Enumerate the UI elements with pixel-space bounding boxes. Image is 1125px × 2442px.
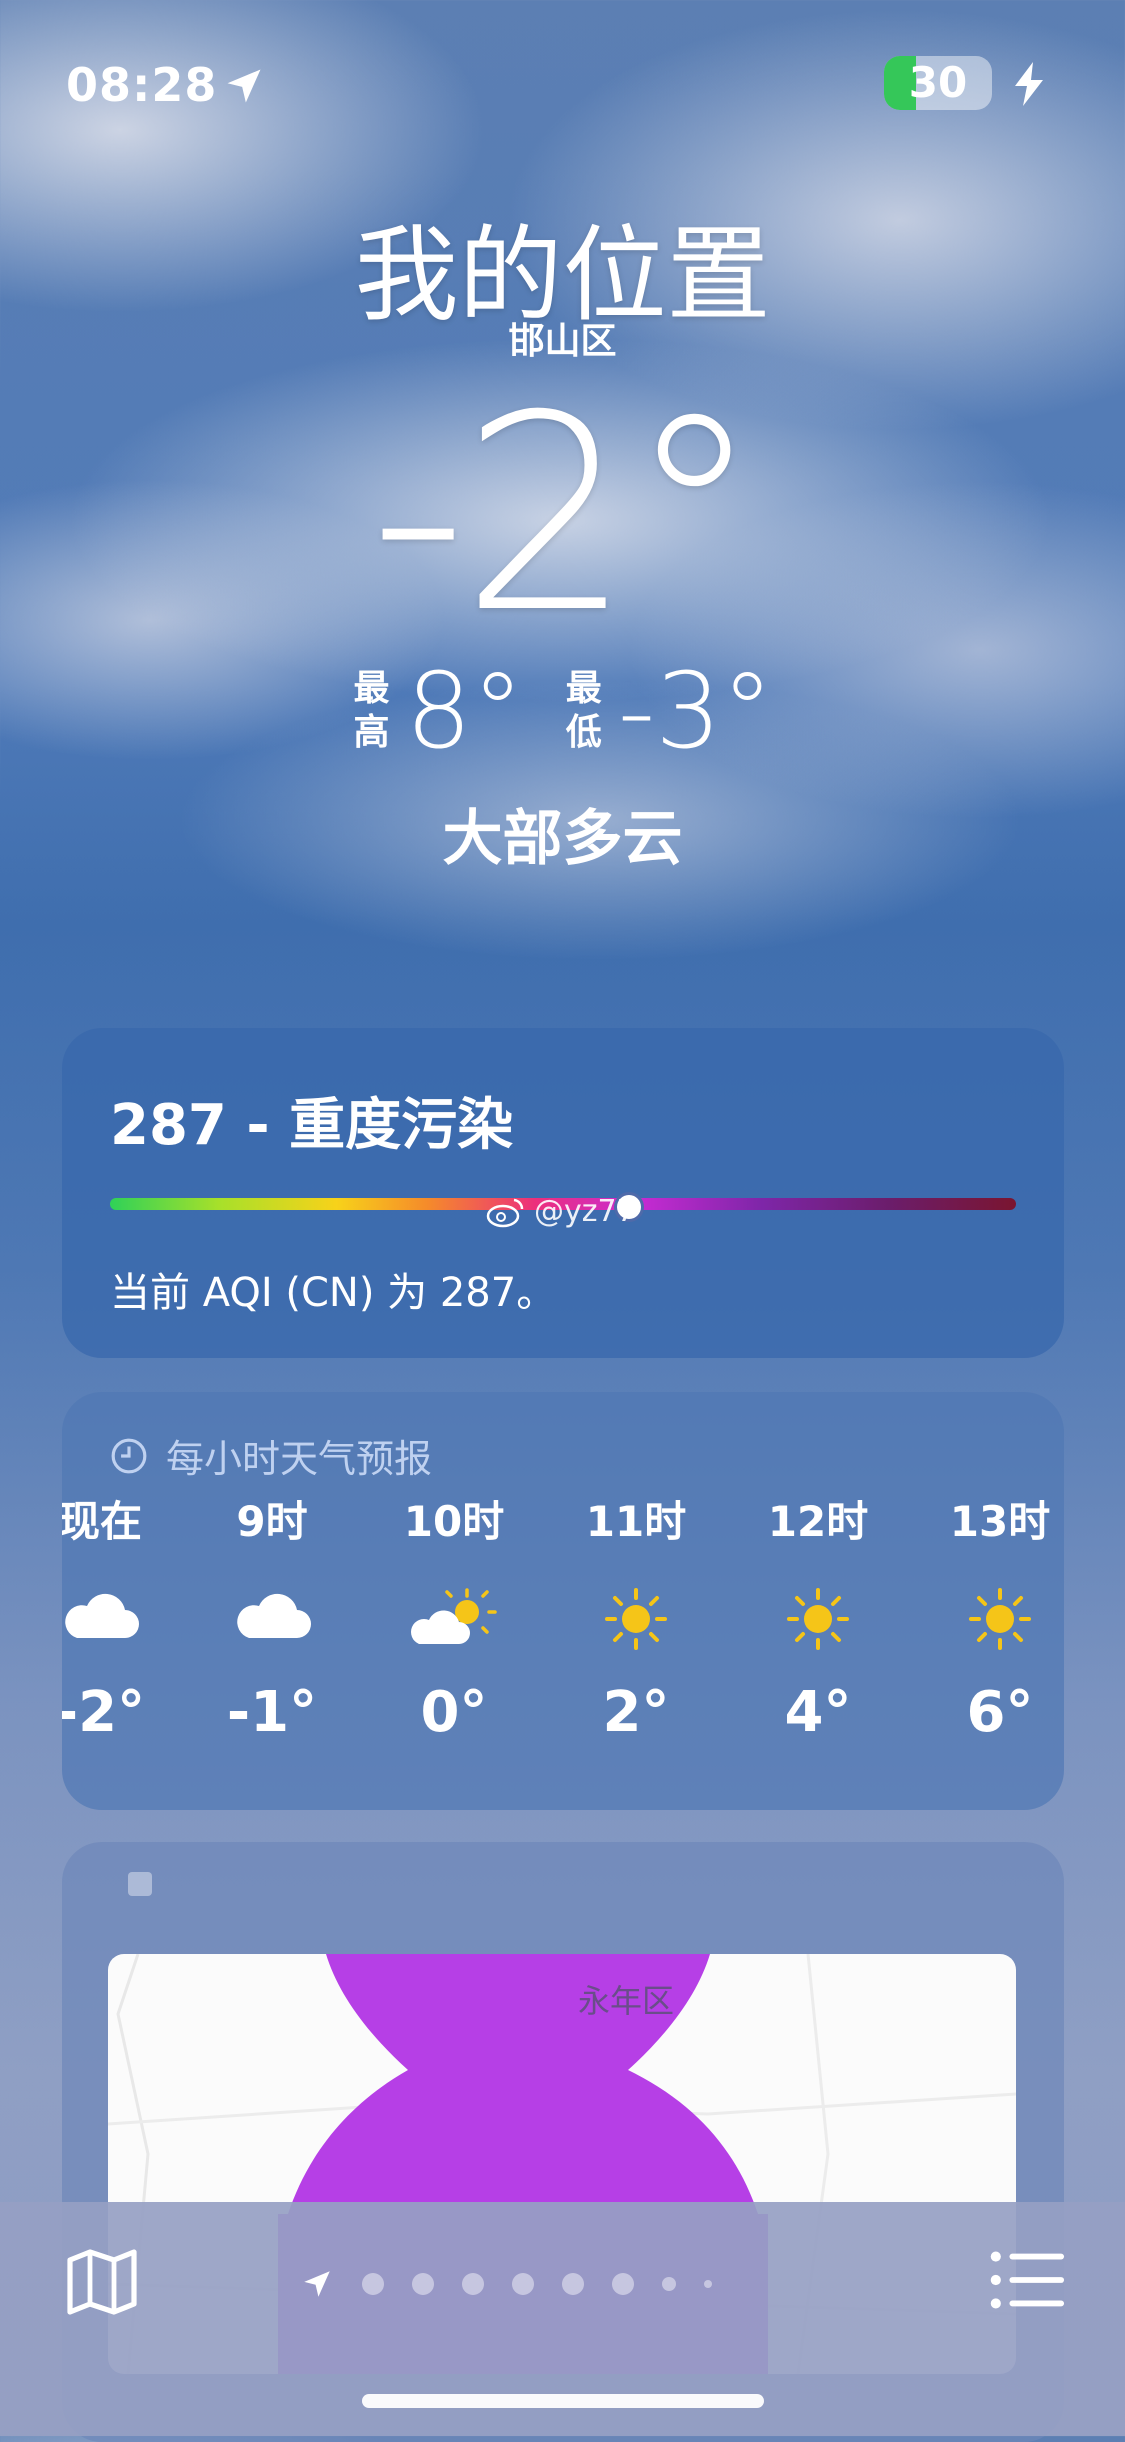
- hourly-item: 13时 6°: [920, 1492, 1064, 1745]
- hour-label: 12时: [767, 1497, 869, 1546]
- sun-icon: [773, 1584, 863, 1654]
- status-time: 08:28: [66, 58, 218, 112]
- high-value: 8°: [405, 650, 524, 772]
- home-indicator[interactable]: [362, 2394, 764, 2408]
- low-value: -3°: [617, 650, 774, 772]
- partly-sunny-icon: [409, 1584, 499, 1654]
- aqi-title: 287 - 重度污染: [110, 1093, 514, 1158]
- map-icon[interactable]: [62, 2242, 142, 2322]
- hourly-item: 9时 -1°: [192, 1492, 352, 1745]
- page-dot[interactable]: [512, 2273, 534, 2295]
- map-card-header: [128, 1872, 152, 1896]
- hourly-forecast-card[interactable]: 每小时天气预报 现在 -2° 9时 -1° 10时 0° 11时 2° 12时 4° 13时 6°: [62, 1392, 1064, 1810]
- watermark: @yz77: [486, 1194, 636, 1229]
- page-dot[interactable]: [704, 2280, 712, 2288]
- hourly-header: 每小时天气预报: [110, 1428, 432, 1483]
- hour-temp: -1°: [226, 1680, 318, 1745]
- aqi-overlay: [288, 1954, 758, 2214]
- high-label: 最高: [353, 668, 390, 753]
- weather-condition: 大部多云: [442, 804, 683, 874]
- hour-label: 现在: [62, 1497, 142, 1546]
- hour-label: 10时: [403, 1497, 505, 1546]
- charging-bolt-icon: [1015, 62, 1043, 106]
- cloud-icon: [227, 1584, 317, 1654]
- page-dot[interactable]: [412, 2273, 434, 2295]
- hourly-item: 现在 -2°: [62, 1492, 180, 1745]
- page-dot[interactable]: [662, 2277, 676, 2291]
- hour-label: 13时: [949, 1497, 1051, 1546]
- page-dot[interactable]: [362, 2273, 384, 2295]
- page-indicator[interactable]: [300, 2262, 712, 2306]
- current-temperature: -2°: [369, 357, 761, 672]
- page-dot[interactable]: [462, 2273, 484, 2295]
- page-dot[interactable]: [562, 2273, 584, 2295]
- sun-icon: [955, 1584, 1045, 1654]
- battery-level: 30: [908, 58, 968, 107]
- watermark-text: @yz77: [534, 1194, 636, 1229]
- hour-temp: 4°: [784, 1680, 852, 1745]
- hour-temp: -2°: [62, 1680, 146, 1745]
- low-temperature: 最低 -3°: [564, 650, 774, 772]
- map-area-label: 永年区: [578, 1982, 675, 2020]
- hourly-header-text: 每小时天气预报: [166, 1437, 433, 1481]
- hour-temp: 6°: [966, 1680, 1034, 1745]
- hour-temp: 2°: [602, 1680, 670, 1745]
- aqi-description: 当前 AQI (CN) 为 287。: [110, 1270, 557, 1316]
- hourly-list[interactable]: 现在 -2° 9时 -1° 10时 0° 11时 2° 12时 4° 13时 6°: [62, 1492, 1064, 1792]
- page-dot[interactable]: [612, 2273, 634, 2295]
- hourly-item: 11时 2°: [556, 1492, 716, 1745]
- battery-icon: 30: [884, 56, 992, 110]
- air-quality-card[interactable]: 287 - 重度污染 @yz77 当前 AQI (CN) 为 287。: [62, 1028, 1064, 1358]
- weibo-icon: [486, 1198, 524, 1227]
- hourly-item: 12时 4°: [738, 1492, 898, 1745]
- hour-label: 9时: [236, 1497, 308, 1546]
- sun-icon: [591, 1584, 681, 1654]
- list-icon[interactable]: [988, 2244, 1066, 2316]
- hourly-item: 10时 0°: [374, 1492, 534, 1745]
- high-temperature: 最高 8°: [352, 650, 524, 772]
- high-low-temperatures: 最高 8° 最低 -3°: [0, 650, 1125, 772]
- location-arrow-icon[interactable]: [300, 2267, 334, 2301]
- low-label: 最低: [565, 668, 602, 753]
- cloud-icon: [62, 1584, 145, 1654]
- clock-icon: [111, 1438, 147, 1473]
- hour-temp: 0°: [420, 1680, 488, 1745]
- hour-label: 11时: [585, 1497, 687, 1546]
- location-arrow-icon: [227, 69, 261, 103]
